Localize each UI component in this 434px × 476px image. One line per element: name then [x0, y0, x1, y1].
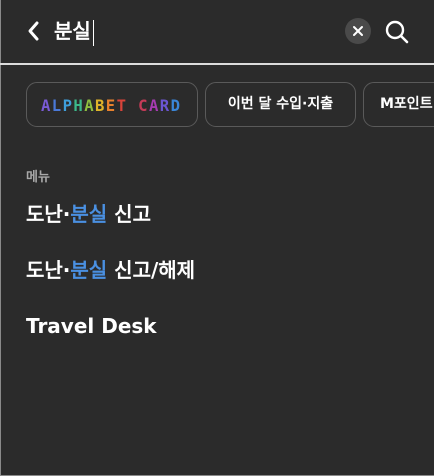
search-input[interactable]: 분실: [54, 14, 324, 48]
clear-search-button[interactable]: [345, 18, 371, 44]
alphabet-card-logo-text: ALPHABET CARD: [41, 97, 181, 114]
menu-item-text: 도난·: [26, 258, 71, 282]
search-match-highlight: 분실: [70, 258, 108, 282]
section-label-menu: 메뉴: [26, 170, 50, 185]
search-match-highlight: 분실: [70, 202, 108, 226]
chip-label: M포인트: [380, 96, 433, 112]
text-caret: [92, 19, 94, 46]
header-divider: [0, 63, 434, 65]
close-icon: [353, 26, 363, 36]
search-header: 분실: [0, 0, 434, 63]
search-icon: [385, 20, 409, 44]
chevron-left-icon: [28, 21, 39, 41]
frame-border-left: [0, 0, 1, 476]
search-button[interactable]: [384, 19, 410, 45]
menu-item-text: 도난·: [26, 202, 71, 226]
chip-alphabet-card[interactable]: ALPHABET CARD: [26, 82, 198, 127]
menu-item-theft-loss-report-release[interactable]: 도난·분실 신고/해제: [26, 255, 195, 285]
menu-item-theft-loss-report[interactable]: 도난·분실 신고: [26, 199, 151, 229]
back-button[interactable]: [22, 19, 46, 43]
chip-label: 이번 달 수입·지출: [227, 96, 334, 112]
chip-m-point[interactable]: M포인트: [363, 82, 434, 127]
search-query-text: 분실: [54, 19, 91, 43]
menu-item-text: 신고/해제: [107, 258, 196, 282]
quick-chips: ALPHABET CARD 이번 달 수입·지출 M포인트: [26, 82, 434, 127]
chip-monthly-income-expense[interactable]: 이번 달 수입·지출: [205, 82, 356, 127]
menu-item-travel-desk[interactable]: Travel Desk: [26, 311, 157, 341]
alphabet-card-logo: ALPHABET CARD: [41, 97, 181, 114]
menu-item-text: 신고: [107, 202, 151, 226]
menu-item-text: Travel Desk: [26, 314, 157, 338]
